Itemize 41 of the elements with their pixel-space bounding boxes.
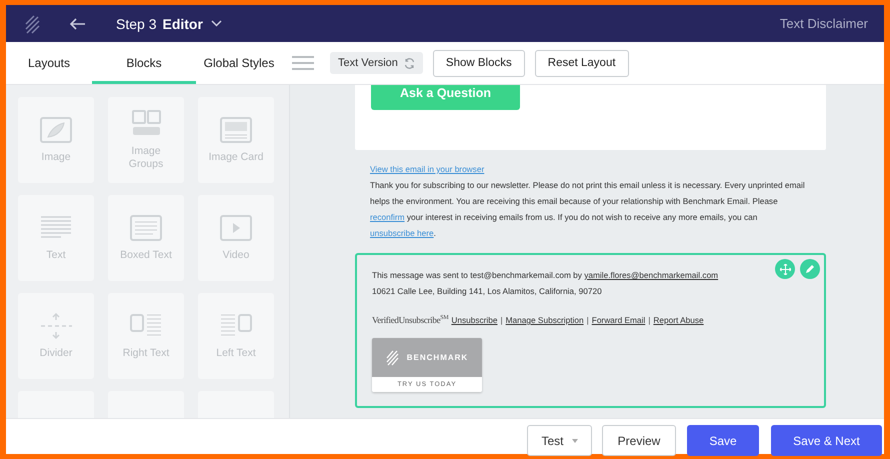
- back-arrow-icon[interactable]: [70, 18, 86, 30]
- separator: |: [648, 314, 650, 327]
- editor-title: Editor: [162, 16, 203, 32]
- separator: |: [500, 314, 503, 327]
- step-label: Step 3: [116, 16, 156, 32]
- save-button[interactable]: Save: [687, 425, 759, 456]
- save-and-next-button[interactable]: Save & Next: [771, 425, 882, 456]
- tab[interactable]: Layouts: [6, 42, 92, 84]
- address-text: 10621 Calle Lee, Building 141, Los Alamitos, California, 90720: [372, 285, 603, 298]
- notice-paragraph: Thank you for subscribing to our newsletter. Please do not print this email unless it is necessary. Every unprinted email helps the environment. You are receiving this email because of your relationship with Benchmark Email. Please reconfirm your interest in receiving emails from us. If you do not wish to receive any more emails, you can unsubscribe here.: [370, 179, 806, 240]
- footer-link[interactable]: Unsubscribe: [451, 312, 498, 328]
- layout-icon: [218, 115, 254, 146]
- footer-link[interactable]: Manage Subscription: [506, 312, 584, 328]
- chevron-down-icon[interactable]: [210, 20, 222, 27]
- footer-link[interactable]: Forward Email: [592, 312, 646, 328]
- toolbar-button[interactable]: Show Blocks: [432, 50, 525, 76]
- menu-icon[interactable]: [292, 55, 314, 71]
- pencil-icon[interactable]: [800, 259, 820, 279]
- video-icon: [218, 213, 254, 244]
- layout-icon: [38, 115, 74, 146]
- verified-unsubscribe-logo: VerifiedUnsubscribe$^{SM}$: [372, 314, 448, 327]
- preview-button[interactable]: Preview: [602, 425, 676, 456]
- separator: |: [586, 314, 589, 327]
- text-link[interactable]: unsubscribe here: [370, 228, 434, 238]
- layout-icon: [128, 213, 164, 244]
- tab[interactable]: Global Styles: [196, 42, 282, 84]
- logo-icon: [386, 350, 400, 366]
- text-link[interactable]: yamile.flores@benchmarkemail.com: [584, 270, 718, 280]
- brand-name: BENCHMARK: [406, 352, 468, 364]
- page-title: Text Disclaimer: [780, 16, 868, 31]
- logo-icon: [24, 14, 40, 34]
- move-icon[interactable]: [775, 259, 795, 279]
- text-link[interactable]: reconfirm: [370, 212, 405, 222]
- text-version-toggle[interactable]: Text Version: [330, 52, 423, 74]
- caret-icon: [572, 438, 578, 442]
- toolbar-button[interactable]: Reset Layout: [534, 50, 629, 76]
- divider-icon: [38, 311, 74, 342]
- test-dropdown[interactable]: Test: [527, 425, 592, 456]
- refresh-icon: [404, 58, 415, 68]
- footer-link[interactable]: Report Abuse: [653, 312, 704, 328]
- view-in-browser-link[interactable]: View this email in your browser: [370, 164, 484, 174]
